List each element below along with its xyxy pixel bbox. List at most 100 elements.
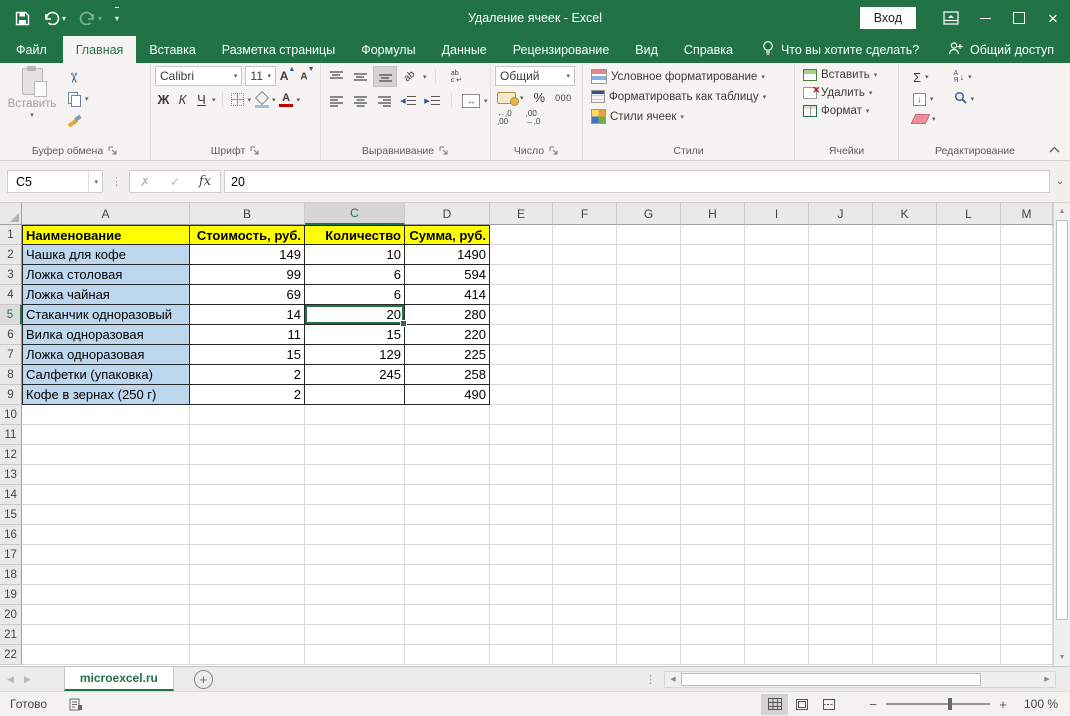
close-button[interactable]: × [1036,0,1070,36]
cell-I7[interactable] [745,345,809,365]
cell-B21[interactable] [190,625,305,645]
cell-I18[interactable] [745,565,809,585]
cell-K18[interactable] [873,565,937,585]
sign-in-button[interactable]: Вход [860,7,916,29]
cell-D14[interactable] [405,485,490,505]
cell-B11[interactable] [190,425,305,445]
cell-I20[interactable] [745,605,809,625]
cell-A5[interactable]: Стаканчик одноразовый [22,305,190,325]
cell-A17[interactable] [22,545,190,565]
cell-D16[interactable] [405,525,490,545]
cell-C18[interactable] [305,565,405,585]
comma-style-button[interactable]: 000 [553,92,574,104]
cell-H1[interactable] [681,225,745,245]
cell-B16[interactable] [190,525,305,545]
cell-M4[interactable] [1001,285,1053,305]
cell-I10[interactable] [745,405,809,425]
cell-M16[interactable] [1001,525,1053,545]
cell-L8[interactable] [937,365,1001,385]
cell-K14[interactable] [873,485,937,505]
cell-C13[interactable] [305,465,405,485]
cell-J15[interactable] [809,505,873,525]
cell-F10[interactable] [553,405,617,425]
insert-cells-button[interactable]: Вставить▾ [799,67,881,83]
borders-button[interactable] [229,90,246,109]
cell-E21[interactable] [490,625,553,645]
cell-H5[interactable] [681,305,745,325]
cell-B1[interactable]: Стоимость, руб. [190,225,305,245]
cell-I13[interactable] [745,465,809,485]
cell-L21[interactable] [937,625,1001,645]
cell-K4[interactable] [873,285,937,305]
cell-B10[interactable] [190,405,305,425]
cell-E8[interactable] [490,365,553,385]
cell-A3[interactable]: Ложка столовая [22,265,190,285]
cell-B5[interactable]: 14 [190,305,305,325]
format-painter-button[interactable] [64,111,93,129]
cell-M19[interactable] [1001,585,1053,605]
cell-E3[interactable] [490,265,553,285]
number-format-combo[interactable]: Общий▾ [495,66,575,86]
cell-J21[interactable] [809,625,873,645]
cell-F17[interactable] [553,545,617,565]
column-header-A[interactable]: A [22,203,190,225]
column-header-E[interactable]: E [490,203,553,225]
cell-M20[interactable] [1001,605,1053,625]
cell-D5[interactable]: 280 [405,305,490,325]
cell-B20[interactable] [190,605,305,625]
cell-E18[interactable] [490,565,553,585]
clipboard-dialog-launcher-icon[interactable] [108,146,118,156]
cell-B8[interactable]: 2 [190,365,305,385]
cell-K19[interactable] [873,585,937,605]
cell-J14[interactable] [809,485,873,505]
cell-H3[interactable] [681,265,745,285]
cell-A8[interactable]: Салфетки (упаковка) [22,365,190,385]
increase-indent-icon[interactable]: ▶ [421,91,443,110]
cell-I19[interactable] [745,585,809,605]
row-header-13[interactable]: 13 [0,465,22,485]
row-header-1[interactable]: 1 [0,225,22,245]
alignment-dialog-launcher-icon[interactable] [439,146,449,156]
cell-A16[interactable] [22,525,190,545]
italic-button[interactable]: К [174,90,191,109]
clear-button[interactable]: ▾ [909,112,940,126]
cell-H4[interactable] [681,285,745,305]
cell-F16[interactable] [553,525,617,545]
format-as-table-button[interactable]: Форматировать как таблицу▾ [587,88,770,105]
cell-I5[interactable] [745,305,809,325]
sort-filter-button[interactable]: АЯ↓▾ [950,68,979,86]
cell-G18[interactable] [617,565,681,585]
cell-D7[interactable]: 225 [405,345,490,365]
view-page-break-icon[interactable] [815,694,842,715]
cell-G22[interactable] [617,645,681,665]
underline-button[interactable]: Ч [193,90,210,109]
cell-K17[interactable] [873,545,937,565]
cell-G7[interactable] [617,345,681,365]
cell-A12[interactable] [22,445,190,465]
cell-C9[interactable] [305,385,405,405]
cell-F21[interactable] [553,625,617,645]
cell-C20[interactable] [305,605,405,625]
tab-file[interactable]: Файл [0,36,63,63]
orientation-button[interactable]: ab [399,67,421,86]
cell-J5[interactable] [809,305,873,325]
cell-D1[interactable]: Сумма, руб. [405,225,490,245]
save-icon[interactable] [15,8,30,28]
cell-K22[interactable] [873,645,937,665]
scroll-right-icon[interactable]: ▶ [1039,672,1055,687]
cell-L19[interactable] [937,585,1001,605]
cell-I8[interactable] [745,365,809,385]
cell-H13[interactable] [681,465,745,485]
cell-B19[interactable] [190,585,305,605]
cell-M7[interactable] [1001,345,1053,365]
cell-F4[interactable] [553,285,617,305]
cell-G12[interactable] [617,445,681,465]
cell-L17[interactable] [937,545,1001,565]
cell-A2[interactable]: Чашка для кофе [22,245,190,265]
cell-F12[interactable] [553,445,617,465]
new-sheet-icon[interactable]: + [194,670,213,689]
cell-I16[interactable] [745,525,809,545]
cell-K15[interactable] [873,505,937,525]
cell-J9[interactable] [809,385,873,405]
delete-cells-button[interactable]: Удалить▾ [799,85,881,101]
